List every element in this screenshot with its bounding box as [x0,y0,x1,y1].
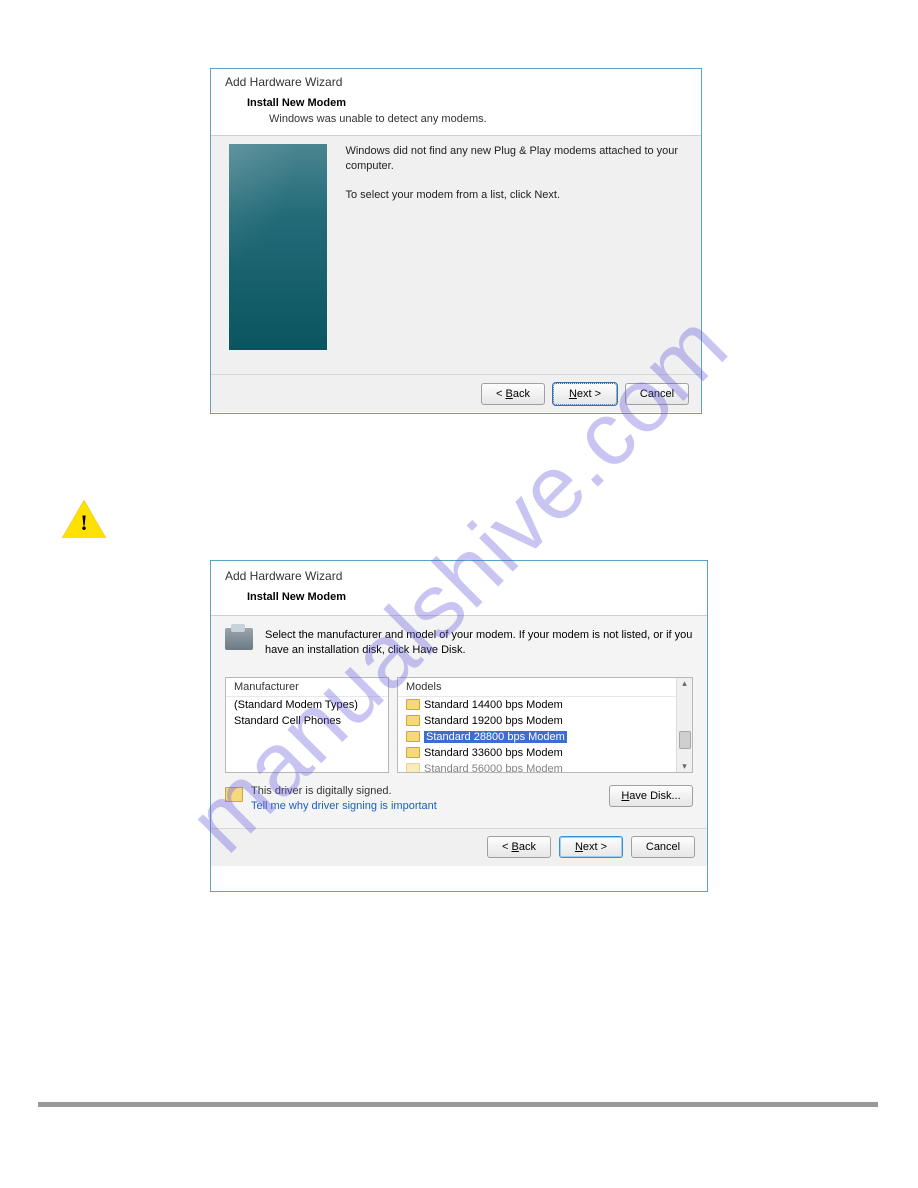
models-panel: Models Standard 14400 bps Modem Standard… [397,677,693,773]
certificate-icon [225,787,243,802]
driver-signed-row: This driver is digitally signed. Tell me… [225,783,693,820]
dialog1-body-line2: To select your modem from a list, click … [345,188,683,203]
dialog1-body-text: Windows did not find any new Plug & Play… [345,144,683,366]
dialog1-header: Add Hardware Wizard Install New Modem Wi… [211,69,701,136]
page-footer-divider [38,1102,878,1107]
cert-icon [406,763,420,772]
back-button[interactable]: < Back [487,836,551,858]
modem-icon [225,628,253,650]
selection-panels: Manufacturer (Standard Modem Types) Stan… [225,677,693,773]
models-scrollbar[interactable]: ▴ ▾ [676,678,692,772]
instruction-text: Select the manufacturer and model of you… [265,628,693,659]
manufacturer-item[interactable]: (Standard Modem Types) [226,697,388,713]
scroll-up-icon[interactable]: ▴ [682,678,687,689]
add-hardware-wizard-dialog-2: Add Hardware Wizard Install New Modem Se… [210,560,708,892]
models-header: Models [398,678,676,697]
cert-icon [406,747,420,758]
cert-icon [406,715,420,726]
manufacturer-item[interactable]: Standard Cell Phones [226,713,388,729]
dialog2-header: Add Hardware Wizard Install New Modem [211,561,707,616]
next-button[interactable]: Next > [559,836,623,858]
dialog1-subtext: Windows was unable to detect any modems. [269,113,687,125]
cancel-button[interactable]: Cancel [625,383,689,405]
add-hardware-wizard-dialog-1: Add Hardware Wizard Install New Modem Wi… [210,68,702,414]
dialog2-subtitle: Install New Modem [247,591,693,603]
instruction-row: Select the manufacturer and model of you… [225,628,693,659]
cert-icon [406,731,420,742]
model-item-selected[interactable]: Standard 28800 bps Modem [398,729,676,745]
cancel-button[interactable]: Cancel [631,836,695,858]
dialog2-body: Select the manufacturer and model of you… [211,616,707,828]
dialog2-title: Add Hardware Wizard [225,569,693,583]
dialog1-subtitle: Install New Modem [247,97,687,109]
have-disk-button[interactable]: Have Disk... [609,785,693,807]
cert-icon [406,699,420,710]
driver-signed-text: This driver is digitally signed. [251,785,437,797]
model-item[interactable]: Standard 56000 bps Modem [398,761,676,772]
dialog1-body: Windows did not find any new Plug & Play… [211,136,701,374]
manufacturer-panel: Manufacturer (Standard Modem Types) Stan… [225,677,389,773]
model-item[interactable]: Standard 19200 bps Modem [398,713,676,729]
dialog1-body-line1: Windows did not find any new Plug & Play… [345,144,683,174]
next-button[interactable]: Next > [553,383,617,405]
dialog2-footer: < Back Next > Cancel [211,828,707,866]
scroll-down-icon[interactable]: ▾ [682,761,687,772]
wizard-side-graphic [229,144,327,350]
dialog1-footer: < Back Next > Cancel [211,374,701,412]
driver-signing-link[interactable]: Tell me why driver signing is important [251,800,437,812]
back-button[interactable]: < Back [481,383,545,405]
manufacturer-header: Manufacturer [226,678,388,697]
scroll-thumb[interactable] [679,731,691,749]
model-item[interactable]: Standard 14400 bps Modem [398,697,676,713]
dialog1-title: Add Hardware Wizard [225,75,687,89]
warning-icon [62,500,106,538]
model-item[interactable]: Standard 33600 bps Modem [398,745,676,761]
